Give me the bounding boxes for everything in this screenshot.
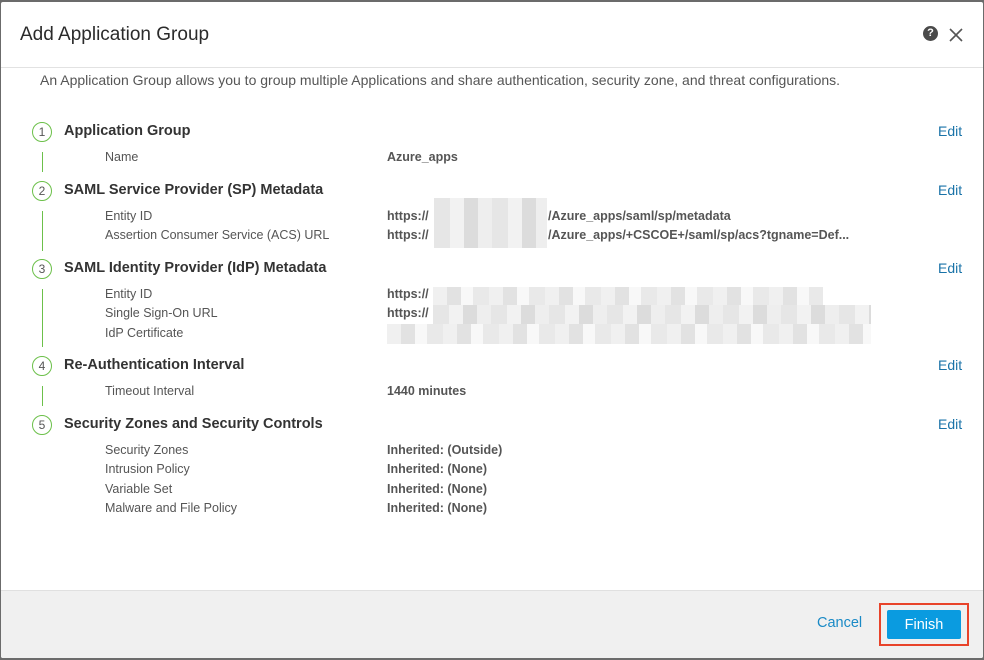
step-connector <box>42 211 43 251</box>
step-connector <box>42 289 43 347</box>
help-icon[interactable]: ? <box>923 26 938 41</box>
field-label-sso-url: Single Sign-On URL <box>105 306 218 320</box>
field-label-security-zones: Security Zones <box>105 443 189 457</box>
step-title-security-zones-controls: Security Zones and Security Controls <box>64 416 323 432</box>
edit-reauth-interval-link[interactable]: Edit <box>938 357 962 373</box>
field-label-intrusion-policy: Intrusion Policy <box>105 462 190 476</box>
step-number: 5 <box>32 415 52 435</box>
field-value-acs-url-suffix: /Azure_apps/+CSCOE+/saml/sp/acs?tgname=D… <box>548 228 850 242</box>
add-application-group-dialog: Add Application Group ? An Application G… <box>1 2 983 658</box>
redacted-sso-url <box>433 305 871 325</box>
field-label-sp-entity-id: Entity ID <box>105 209 153 223</box>
edit-security-zones-link[interactable]: Edit <box>938 416 962 432</box>
field-value-acs-url-prefix: https:// <box>387 228 429 242</box>
field-label-idp-certificate: IdP Certificate <box>105 326 184 340</box>
field-value-name: Azure_apps <box>387 150 458 164</box>
redacted-idp-certificate <box>387 324 871 344</box>
field-value-malware-file-policy: Inherited: (None) <box>387 501 487 515</box>
field-label-malware-file-policy: Malware and File Policy <box>105 501 237 515</box>
field-label-name: Name <box>105 150 139 164</box>
field-value-sp-entity-id-prefix: https:// <box>387 209 429 223</box>
dialog-title: Add Application Group <box>20 24 210 45</box>
step-number: 1 <box>32 122 52 142</box>
step-connector <box>42 152 43 172</box>
field-value-idp-entity-id-prefix: https:// <box>387 287 429 301</box>
field-value-timeout-interval: 1440 minutes <box>387 384 467 398</box>
step-title-application-group: Application Group <box>64 123 191 139</box>
step-title-reauth-interval: Re-Authentication Interval <box>64 357 245 373</box>
finish-button-highlight: Finish <box>879 603 969 646</box>
finish-button[interactable]: Finish <box>887 610 961 639</box>
field-value-sso-url-prefix: https:// <box>387 306 429 320</box>
dialog-description: An Application Group allows you to group… <box>40 72 841 88</box>
dialog-footer: Cancel Finish <box>1 590 983 658</box>
dialog-header: Add Application Group ? <box>1 2 983 68</box>
field-label-idp-entity-id: Entity ID <box>105 287 153 301</box>
edit-sp-metadata-link[interactable]: Edit <box>938 182 962 198</box>
field-value-sp-entity-id-suffix: /Azure_apps/saml/sp/metadata <box>548 209 731 223</box>
edit-application-group-link[interactable]: Edit <box>938 123 962 139</box>
field-value-intrusion-policy: Inherited: (None) <box>387 462 487 476</box>
redacted-idp-entity-id <box>433 287 823 305</box>
step-connector <box>42 386 43 406</box>
step-number: 4 <box>32 356 52 376</box>
field-label-variable-set: Variable Set <box>105 482 173 496</box>
step-number: 2 <box>32 181 52 201</box>
field-value-variable-set: Inherited: (None) <box>387 482 487 496</box>
field-value-security-zones: Inherited: (Outside) <box>387 443 503 457</box>
field-label-acs-url: Assertion Consumer Service (ACS) URL <box>105 228 330 242</box>
step-title-sp-metadata: SAML Service Provider (SP) Metadata <box>64 182 324 198</box>
redacted-hostname <box>434 198 547 248</box>
step-title-idp-metadata: SAML Identity Provider (IdP) Metadata <box>64 260 327 276</box>
field-label-timeout-interval: Timeout Interval <box>105 384 195 398</box>
close-icon[interactable] <box>947 26 965 44</box>
step-number: 3 <box>32 259 52 279</box>
edit-idp-metadata-link[interactable]: Edit <box>938 260 962 276</box>
cancel-button[interactable]: Cancel <box>817 615 862 631</box>
